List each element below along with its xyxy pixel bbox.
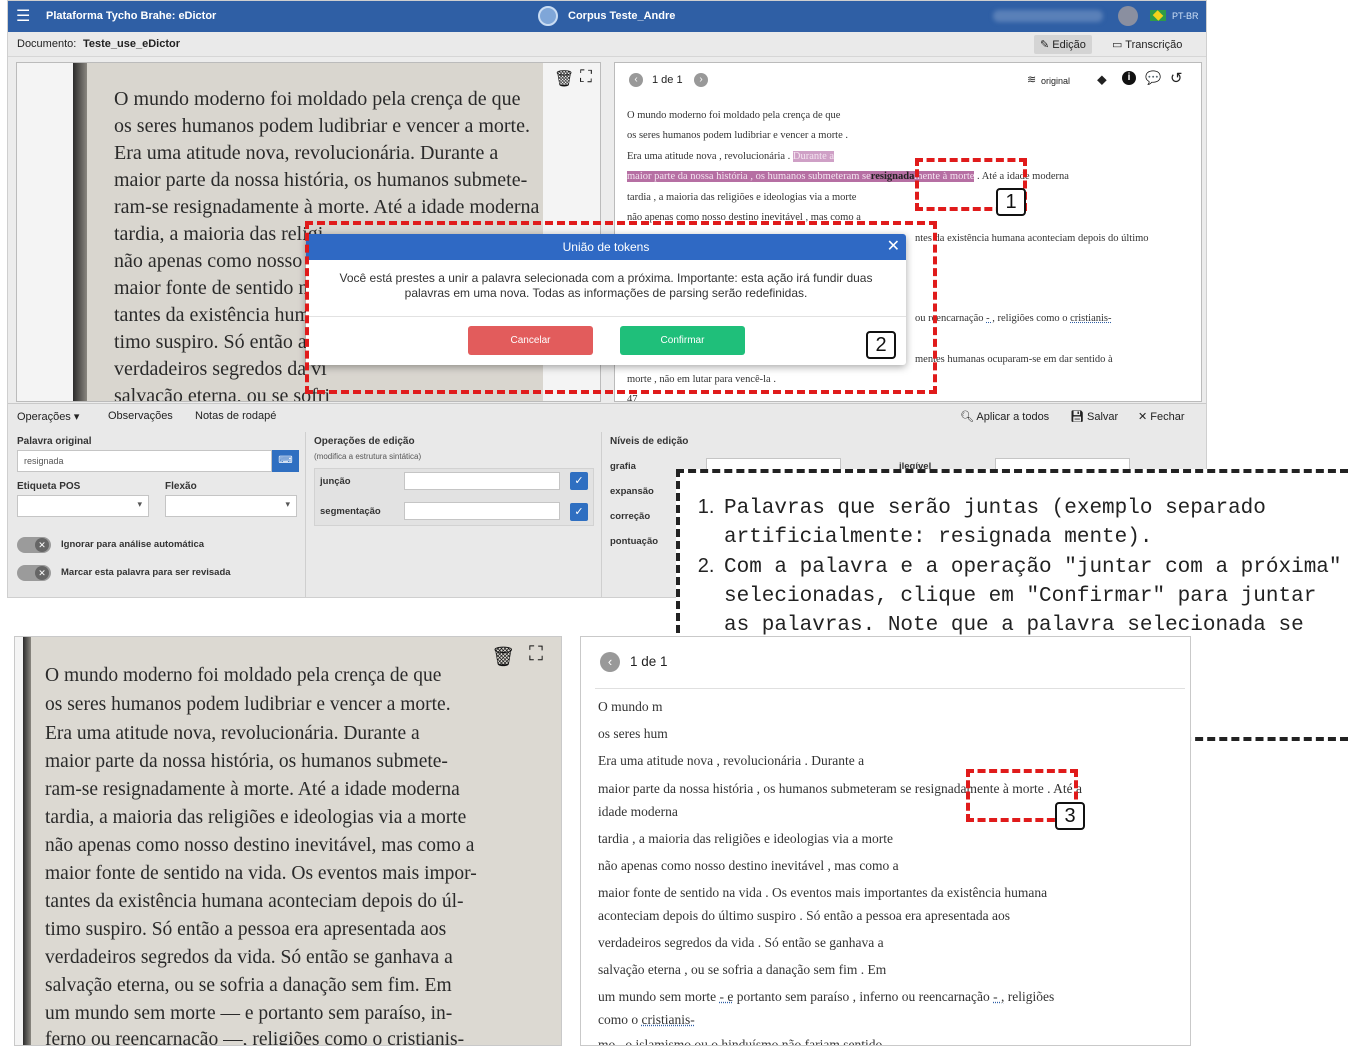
tab-observacoes[interactable]: Observações <box>108 410 173 422</box>
op-juncao-label: junção <box>320 476 351 487</box>
level-expansao: expansão <box>610 486 654 497</box>
document-name: Teste_use_eDictor <box>83 38 181 50</box>
layers-icon[interactable]: ≋ <box>1027 73 1036 86</box>
callout-3: 3 <box>1055 802 1085 830</box>
apply-all-button[interactable]: 🔍︎ Aplicar a todos <box>960 410 1049 423</box>
original-word-field[interactable]: resignada <box>17 450 272 472</box>
op-juncao-checkbox[interactable]: ✓ <box>570 472 588 490</box>
review-toggle[interactable] <box>17 565 51 581</box>
ignore-toggle[interactable] <box>17 537 51 553</box>
user-name-blurred <box>993 10 1103 22</box>
trash-icon[interactable]: 🗑 <box>491 645 515 669</box>
tab-transcricao[interactable]: ▭ Transcrição <box>1106 35 1188 54</box>
annotation-box-2 <box>305 221 937 394</box>
level-correcao: correção <box>610 511 651 522</box>
callout-2: 2 <box>866 331 896 359</box>
globe-icon <box>538 6 558 26</box>
save-button[interactable]: 💾︎ Salvar <box>1070 410 1118 423</box>
edit-operations-section: Operações de edição (modifica a estrutur… <box>305 432 602 597</box>
corpus-name: Corpus Teste_Andre <box>568 10 676 22</box>
ignore-label: Ignorar para análise automática <box>61 539 205 550</box>
layer-selector[interactable]: original <box>1041 76 1070 86</box>
op-segmentacao-label: segmentação <box>320 506 381 517</box>
pager: 1 de 1 <box>630 654 668 669</box>
tab-edicao[interactable]: ✎ Edição <box>1034 35 1092 54</box>
book-page-image: O mundo moderno foi moldado pela crença … <box>23 637 561 1045</box>
flexion-label: Flexão <box>165 481 197 492</box>
next-page-icon[interactable]: › <box>694 73 708 87</box>
token-resignada[interactable]: resignada <box>870 171 915 182</box>
fullscreen-icon[interactable]: ⛶ <box>580 67 592 87</box>
fullscreen-icon[interactable]: ⛶ <box>529 643 543 666</box>
prev-page-icon[interactable]: ‹ <box>600 652 620 672</box>
level-pontuacao: pontuação <box>610 536 659 547</box>
tab-notas-rodape[interactable]: Notas de rodapé <box>195 410 276 422</box>
text-panel-after: ‹ 1 de 1 O mundo m os seres hum Era uma … <box>580 636 1191 1046</box>
brazil-flag-icon <box>1150 10 1166 21</box>
keyboard-icon[interactable]: ⌨ <box>272 450 299 472</box>
language-selector[interactable]: PT-BR <box>1172 11 1199 21</box>
app-title: Plataforma Tycho Brahe: eDictor <box>46 10 217 22</box>
pos-select[interactable]: ▾ <box>17 495 149 517</box>
pager: 1 de 1 <box>652 74 683 86</box>
trash-icon[interactable]: 🗑 <box>554 69 574 89</box>
flexion-select[interactable]: ▾ <box>165 495 297 517</box>
op-segmentacao-checkbox[interactable]: ✓ <box>570 503 588 521</box>
app-header: ☰ Plataforma Tycho Brahe: eDictor Corpus… <box>8 1 1206 32</box>
levels-label: Níveis de edição <box>610 436 689 447</box>
callout-1: 1 <box>996 188 1026 216</box>
image-panel-after: O mundo moderno foi moldado pela crença … <box>14 636 562 1046</box>
undo-icon[interactable]: ↺ <box>1170 69 1183 87</box>
original-word-label: Palavra original <box>17 436 92 447</box>
comments-icon[interactable]: 💬 <box>1145 70 1161 86</box>
document-label: Documento: <box>17 38 77 50</box>
token-durante[interactable]: Durante a <box>792 151 835 162</box>
pos-label: Etiqueta POS <box>17 481 81 492</box>
tab-operacoes[interactable]: Operações ▾ <box>17 410 79 423</box>
tags-icon[interactable]: ⬥ <box>1097 71 1107 88</box>
menu-icon[interactable]: ☰ <box>16 6 30 26</box>
note-item-1: Palavras que serão juntas (exemplo separ… <box>720 493 1348 552</box>
document-bar: Documento: Teste_use_eDictor ✎ Edição ▭ … <box>8 32 1206 57</box>
level-grafia: grafia <box>610 461 636 472</box>
close-button[interactable]: ✕ Fechar <box>1138 410 1185 423</box>
review-label: Marcar esta palavra para ser revisada <box>61 567 231 578</box>
avatar[interactable] <box>1118 6 1138 26</box>
op-segmentacao-field[interactable] <box>404 502 560 520</box>
prev-page-icon[interactable]: ‹ <box>629 73 643 87</box>
op-juncao-field[interactable] <box>404 472 560 490</box>
info-icon[interactable]: i <box>1122 71 1136 85</box>
